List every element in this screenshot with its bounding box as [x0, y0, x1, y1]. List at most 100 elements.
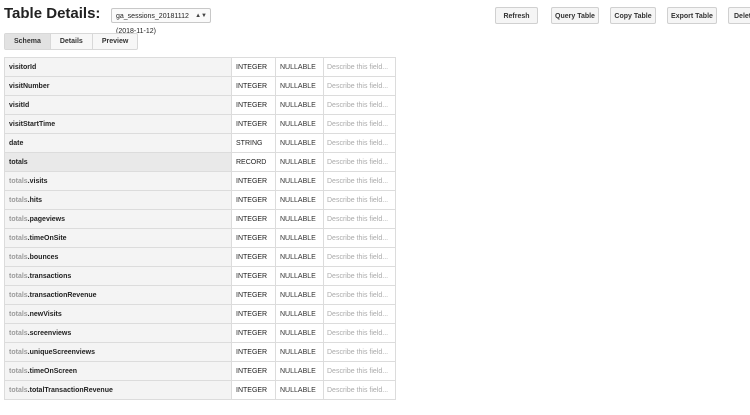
tab-preview[interactable]: Preview [93, 34, 137, 49]
table-row: totals.newVisits INTEGER NULLABLE Describe … [4, 304, 396, 324]
table-row: visitStartTime INTEGER NULLABLE Describe th… [4, 114, 396, 134]
field-name-cell: visitNumber [4, 76, 232, 96]
field-name-cell: totals.transactions [4, 266, 232, 286]
field-name: .totalTransactionRevenue [27, 386, 113, 394]
field-name: .newVisits [27, 310, 62, 318]
field-description-input[interactable]: Describe this field... [323, 133, 396, 153]
field-parent-prefix: totals [9, 386, 28, 394]
field-parent-prefix: totals [9, 196, 28, 204]
field-type: INTEGER [231, 228, 276, 248]
query-table-button[interactable]: Query Table [551, 7, 599, 24]
field-name-cell: totals [4, 152, 232, 172]
field-name-cell: totals.newVisits [4, 304, 232, 324]
field-parent-prefix: totals [9, 329, 28, 337]
field-name-cell: visitStartTime [4, 114, 232, 134]
field-name-cell: totals.transactionRevenue [4, 285, 232, 305]
field-description-input[interactable]: Describe this field... [323, 114, 396, 134]
field-description-input[interactable]: Describe this field... [323, 95, 396, 115]
field-description-input[interactable]: Describe this field... [323, 380, 396, 400]
table-row: totals.transactionRevenue INTEGER NULLABLE… [4, 285, 396, 305]
field-name-cell: visitorId [4, 57, 232, 77]
table-select[interactable]: ga_sessions_20181112 (2018-11-12) ▲▼ [111, 8, 211, 35]
field-parent-prefix: totals [9, 272, 28, 280]
table-row: visitNumber INTEGER NULLABLE Describe this … [4, 76, 396, 96]
field-parent-prefix: totals [9, 253, 28, 261]
delete-table-button[interactable]: Delet [728, 7, 750, 24]
field-description-input[interactable]: Describe this field... [323, 190, 396, 210]
field-type: INTEGER [231, 266, 276, 286]
field-mode: NULLABLE [275, 209, 324, 229]
field-type: INTEGER [231, 171, 276, 191]
field-parent-prefix: totals [9, 367, 28, 375]
field-parent-prefix: totals [9, 234, 28, 242]
field-mode: NULLABLE [275, 342, 324, 362]
field-name-cell: totals.timeOnScreen [4, 361, 232, 381]
table-select-value: ga_sessions_20181112 (2018-11-12) [116, 13, 189, 35]
field-type: INTEGER [231, 114, 276, 134]
field-description-input[interactable]: Describe this field... [323, 247, 396, 267]
field-mode: NULLABLE [275, 171, 324, 191]
field-name-cell: totals.bounces [4, 247, 232, 267]
field-description-input[interactable]: Describe this field... [323, 171, 396, 191]
field-type: RECORD [231, 152, 276, 172]
field-mode: NULLABLE [275, 304, 324, 324]
field-mode: NULLABLE [275, 95, 324, 115]
field-type: STRING [231, 133, 276, 153]
refresh-button[interactable]: Refresh [495, 7, 538, 24]
field-name: .transactions [27, 272, 72, 280]
select-arrows-icon: ▲▼ [195, 13, 207, 19]
field-name-cell: date [4, 133, 232, 153]
export-table-button[interactable]: Export Table [667, 7, 717, 24]
copy-table-button[interactable]: Copy Table [610, 7, 656, 24]
field-type: INTEGER [231, 190, 276, 210]
table-row: totals.timeOnSite INTEGER NULLABLE Describe… [4, 228, 396, 248]
field-description-input[interactable]: Describe this field... [323, 209, 396, 229]
field-mode: NULLABLE [275, 152, 324, 172]
field-name: .uniqueScreenviews [27, 348, 95, 356]
field-mode: NULLABLE [275, 380, 324, 400]
field-name: visitNumber [9, 82, 50, 90]
field-mode: NULLABLE [275, 57, 324, 77]
tab-schema[interactable]: Schema [5, 34, 51, 49]
field-name: .pageviews [27, 215, 66, 223]
table-row: totals.uniqueScreenviews INTEGER NULLABLE D… [4, 342, 396, 362]
tab-details[interactable]: Details [51, 34, 93, 49]
field-description-input[interactable]: Describe this field... [323, 361, 396, 381]
field-mode: NULLABLE [275, 133, 324, 153]
detail-tabs: Schema Details Preview [4, 33, 139, 50]
field-type: INTEGER [231, 95, 276, 115]
table-row: totals.visits INTEGER NULLABLE Describe thi… [4, 171, 396, 191]
field-name: visitStartTime [9, 120, 56, 128]
table-row: totals.totalTransactionRevenue INTEGER NUL… [4, 380, 396, 400]
field-name: .bounces [27, 253, 59, 261]
field-name: .visits [27, 177, 48, 185]
field-type: INTEGER [231, 361, 276, 381]
field-mode: NULLABLE [275, 228, 324, 248]
field-type: INTEGER [231, 209, 276, 229]
field-name: .transactionRevenue [27, 291, 97, 299]
field-type: INTEGER [231, 323, 276, 343]
field-description-input[interactable]: Describe this field... [323, 76, 396, 96]
field-description-input[interactable]: Describe this field... [323, 57, 396, 77]
field-description-input[interactable]: Describe this field... [323, 228, 396, 248]
field-description-input[interactable]: Describe this field... [323, 342, 396, 362]
field-description-input[interactable]: Describe this field... [323, 323, 396, 343]
table-row: totals RECORD NULLABLE Describe this field.… [4, 152, 396, 172]
field-parent-prefix: totals [9, 310, 28, 318]
field-name-cell: totals.totalTransactionRevenue [4, 380, 232, 400]
field-name: visitId [9, 101, 30, 109]
field-name: visitorId [9, 63, 37, 71]
table-row: totals.bounces INTEGER NULLABLE Describe th… [4, 247, 396, 267]
field-description-input[interactable]: Describe this field... [323, 152, 396, 172]
field-name: date [9, 139, 24, 147]
field-description-input[interactable]: Describe this field... [323, 266, 396, 286]
field-name: .hits [27, 196, 43, 204]
table-row: totals.screenviews INTEGER NULLABLE Describ… [4, 323, 396, 343]
table-row: totals.pageviews INTEGER NULLABLE Describe … [4, 209, 396, 229]
field-name-cell: visitId [4, 95, 232, 115]
field-mode: NULLABLE [275, 114, 324, 134]
field-mode: NULLABLE [275, 190, 324, 210]
field-description-input[interactable]: Describe this field... [323, 285, 396, 305]
table-row: visitorId INTEGER NULLABLE Describe this fi… [4, 57, 396, 77]
field-description-input[interactable]: Describe this field... [323, 304, 396, 324]
